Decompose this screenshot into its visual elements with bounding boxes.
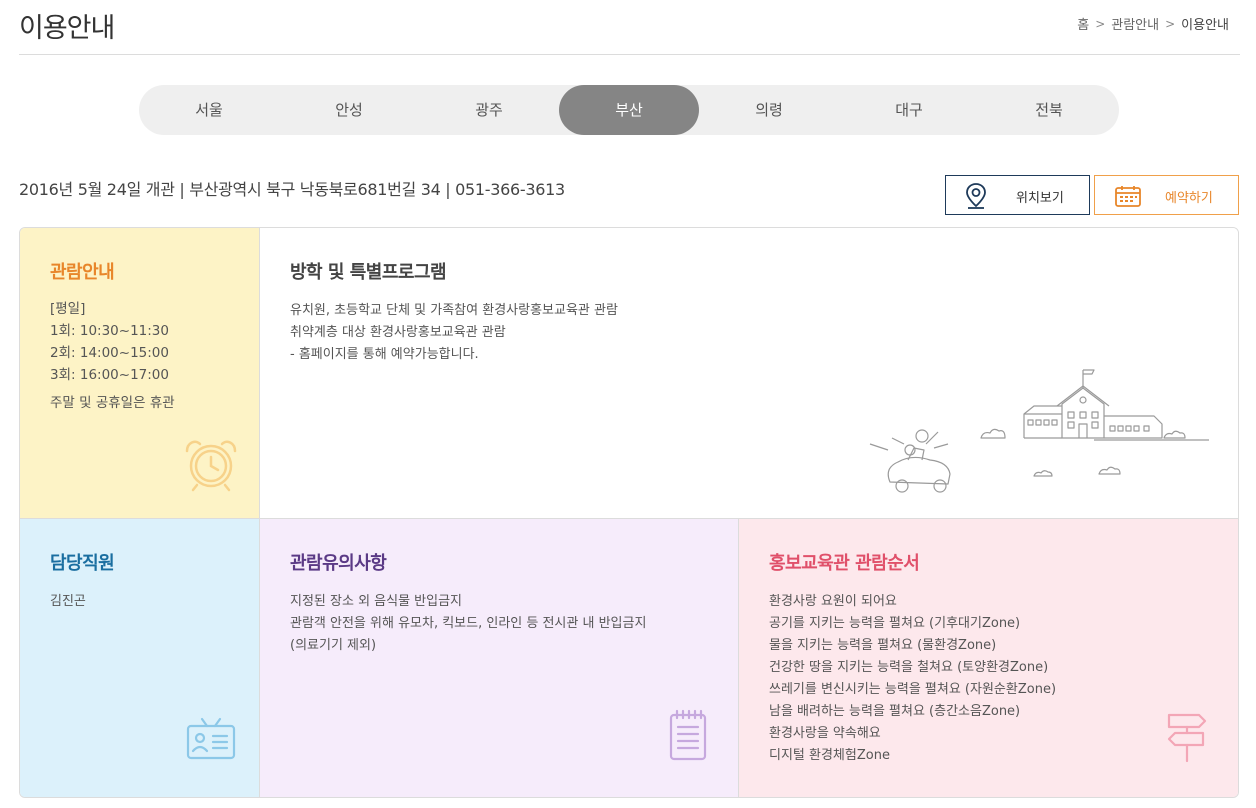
staff-title: 담당직원 bbox=[50, 553, 115, 574]
tab-gwangju[interactable]: 광주 bbox=[419, 85, 559, 135]
hours-line: 2회: 14:00~15:00 bbox=[50, 345, 169, 361]
program-line: 유치원, 초등학교 단체 및 가족참여 환경사랑홍보교육관 관람 bbox=[290, 303, 618, 318]
tab-busan[interactable]: 부산 bbox=[559, 85, 699, 135]
tab-seoul[interactable]: 서울 bbox=[139, 85, 279, 135]
page-title: 이용안내 bbox=[19, 13, 115, 44]
program-panel: 방학 및 특별프로그램 유치원, 초등학교 단체 및 가족참여 환경사랑홍보교육… bbox=[260, 228, 1238, 519]
order-line: 건강한 땅을 지키는 능력을 철쳐요 (토양환경Zone) bbox=[769, 660, 1049, 675]
breadcrumb-home[interactable]: 홈 bbox=[1077, 14, 1089, 33]
notice-panel: 관람유의사항 지정된 장소 외 음식물 반입금지 관람객 안전을 위해 유모차,… bbox=[260, 519, 739, 797]
tab-uiryeong[interactable]: 의령 bbox=[699, 85, 839, 135]
notice-line: 지정된 장소 외 음식물 반입금지 bbox=[290, 594, 463, 609]
reserve-button-label: 예약하기 bbox=[1165, 191, 1213, 206]
order-line: 환경사랑 요원이 되어요 bbox=[769, 594, 897, 609]
hours-closed: 주말 및 공휴일은 휴관 bbox=[50, 395, 175, 411]
branch-info: 2016년 5월 24일 개관 | 부산광역시 북구 낙동북로681번길 34 … bbox=[19, 180, 565, 199]
order-title: 홍보교육관 관람순서 bbox=[769, 553, 920, 574]
order-line: 환경사랑을 약속해요 bbox=[769, 726, 881, 741]
notice-title: 관람유의사항 bbox=[290, 553, 387, 574]
title-divider bbox=[19, 54, 1240, 55]
program-title: 방학 및 특별프로그램 bbox=[290, 262, 447, 283]
hours-panel: 관람안내 [평일] 1회: 10:30~11:30 2회: 14:00~15:0… bbox=[20, 228, 260, 519]
notice-list: 지정된 장소 외 음식물 반입금지 관람객 안전을 위해 유모차, 킥보드, 인… bbox=[290, 591, 646, 657]
tab-jeonbuk[interactable]: 전북 bbox=[979, 85, 1119, 135]
hours-line: 1회: 10:30~11:30 bbox=[50, 323, 169, 339]
breadcrumb: 홈 > 관람안내 > 이용안내 bbox=[1077, 14, 1229, 34]
order-line: 디지털 환경체험Zone bbox=[769, 748, 890, 763]
info-grid: 관람안내 [평일] 1회: 10:30~11:30 2회: 14:00~15:0… bbox=[19, 227, 1239, 798]
map-pin-icon bbox=[964, 182, 988, 214]
calendar-icon bbox=[1115, 185, 1141, 211]
hours-list: [평일] 1회: 10:30~11:30 2회: 14:00~15:00 3회:… bbox=[50, 298, 169, 386]
alarm-clock-icon bbox=[181, 435, 241, 497]
order-list: 환경사랑 요원이 되어요 공기를 지키는 능력을 펼쳐요 (기후대기Zone) … bbox=[769, 591, 1056, 767]
program-list: 유치원, 초등학교 단체 및 가족참여 환경사랑홍보교육관 관람 취약계층 대상… bbox=[290, 300, 618, 366]
order-line: 쓰레기를 변신시키는 능력을 펼쳐요 (자원순환Zone) bbox=[769, 682, 1057, 697]
order-line: 물을 지키는 능력을 펼쳐요 (물환경Zone) bbox=[769, 638, 997, 653]
school-car-illustration bbox=[864, 364, 1214, 503]
tab-daegu[interactable]: 대구 bbox=[839, 85, 979, 135]
chevron-right-icon: > bbox=[1165, 16, 1176, 31]
signpost-icon bbox=[1165, 711, 1209, 767]
hours-line: 3회: 16:00~17:00 bbox=[50, 367, 169, 383]
staff-panel: 담당직원 김진곤 bbox=[20, 519, 260, 797]
reserve-button[interactable]: 예약하기 bbox=[1094, 175, 1239, 215]
hours-title: 관람안내 bbox=[50, 262, 115, 283]
program-line: - 홈페이지를 통해 예약가능합니다. bbox=[290, 347, 479, 362]
notepad-icon bbox=[668, 709, 708, 765]
chevron-right-icon: > bbox=[1095, 16, 1106, 31]
notice-line: (의료기기 제외) bbox=[290, 638, 377, 653]
location-button-label: 위치보기 bbox=[1016, 191, 1064, 206]
id-card-icon bbox=[185, 709, 237, 765]
order-panel: 홍보교육관 관람순서 환경사랑 요원이 되어요 공기를 지키는 능력을 펼쳐요 … bbox=[739, 519, 1238, 797]
breadcrumb-current: 이용안내 bbox=[1181, 18, 1229, 33]
hours-line: [평일] bbox=[50, 301, 86, 317]
breadcrumb-visit[interactable]: 관람안내 bbox=[1111, 14, 1159, 33]
tab-anseong[interactable]: 안성 bbox=[279, 85, 419, 135]
location-button[interactable]: 위치보기 bbox=[945, 175, 1090, 215]
notice-line: 관람객 안전을 위해 유모차, 킥보드, 인라인 등 전시관 내 반입금지 bbox=[290, 616, 647, 631]
order-line: 남을 배려하는 능력을 펼쳐요 (층간소음Zone) bbox=[769, 704, 1021, 719]
branch-tabs: 서울 안성 광주 부산 의령 대구 전북 bbox=[139, 85, 1119, 135]
program-line: 취약계층 대상 환경사랑홍보교육관 관람 bbox=[290, 325, 506, 340]
order-line: 공기를 지키는 능력을 펼쳐요 (기후대기Zone) bbox=[769, 616, 1021, 631]
staff-name: 김진곤 bbox=[50, 594, 86, 609]
